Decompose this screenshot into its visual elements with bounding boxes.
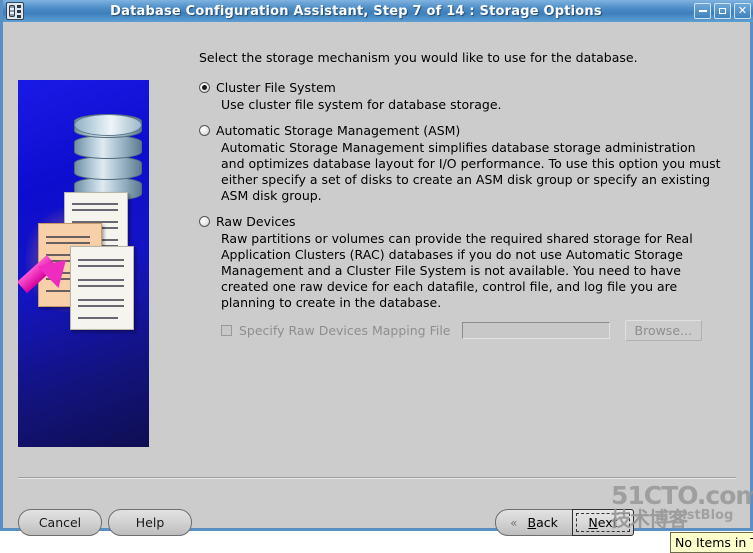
intro-text: Select the storage mechanism you would l…: [199, 50, 638, 65]
raw-devices-mapping-file-input[interactable]: [461, 322, 610, 339]
help-button[interactable]: Help: [108, 509, 192, 536]
radio-cluster-file-system[interactable]: [199, 82, 210, 93]
storage-options-pane: Select the storage mechanism you would l…: [199, 50, 739, 351]
option-desc-automatic-storage-management: Automatic Storage Management simplifies …: [221, 140, 721, 203]
window-controls: ✕: [694, 3, 751, 19]
next-button[interactable]: Next: [572, 509, 634, 536]
back-button[interactable]: « Back: [495, 509, 573, 536]
tooltip-popup: No Items in T: [670, 532, 753, 553]
browse-button[interactable]: Browse...: [624, 320, 702, 341]
document-sheet-front-icon: [70, 246, 134, 330]
footer-divider: [18, 477, 736, 479]
wizard-banner-image: [18, 80, 149, 447]
cancel-button[interactable]: Cancel: [18, 509, 102, 536]
watermark-blog-text: nistBlog: [673, 508, 734, 523]
option-label-cluster-file-system: Cluster File System: [216, 80, 336, 95]
minimize-icon[interactable]: [694, 3, 711, 19]
label-specify-raw-devices-mapping-file: Specify Raw Devices Mapping File: [239, 323, 451, 338]
option-automatic-storage-management[interactable]: Automatic Storage Management (ASM) Autom…: [199, 123, 739, 204]
option-cluster-file-system[interactable]: Cluster File System Use cluster file sys…: [199, 80, 739, 113]
maximize-icon[interactable]: [714, 3, 731, 19]
radio-raw-devices[interactable]: [199, 216, 210, 227]
option-label-raw-devices: Raw Devices: [216, 214, 296, 229]
radio-automatic-storage-management[interactable]: [199, 125, 210, 136]
dbca-window: Database Configuration Assistant, Step 7…: [0, 0, 753, 553]
option-raw-devices[interactable]: Raw Devices Raw partitions or volumes ca…: [199, 214, 739, 341]
checkbox-specify-raw-devices-mapping-file[interactable]: [221, 325, 232, 336]
option-desc-cluster-file-system: Use cluster file system for database sto…: [221, 97, 502, 112]
back-button-label: Back: [527, 515, 558, 530]
option-desc-raw-devices: Raw partitions or volumes can provide th…: [221, 231, 693, 310]
watermark-site-text: 51CTO.com: [611, 484, 753, 510]
title-bar: Database Configuration Assistant, Step 7…: [3, 0, 753, 22]
content-area: Select the storage mechanism you would l…: [3, 22, 753, 553]
magenta-arrow-icon: [18, 249, 78, 308]
window-title: Database Configuration Assistant, Step 7…: [110, 3, 602, 19]
close-icon[interactable]: ✕: [734, 3, 751, 19]
raw-mapping-row: Specify Raw Devices Mapping File Browse.…: [221, 320, 739, 341]
option-label-automatic-storage-management: Automatic Storage Management (ASM): [216, 123, 461, 138]
database-cylinder-icon: [74, 114, 142, 202]
database-server-icon: [6, 2, 24, 20]
next-button-label: Next: [588, 515, 618, 530]
chevron-left-icon: «: [510, 515, 518, 530]
navigation-buttons: « Back Next: [495, 509, 634, 536]
